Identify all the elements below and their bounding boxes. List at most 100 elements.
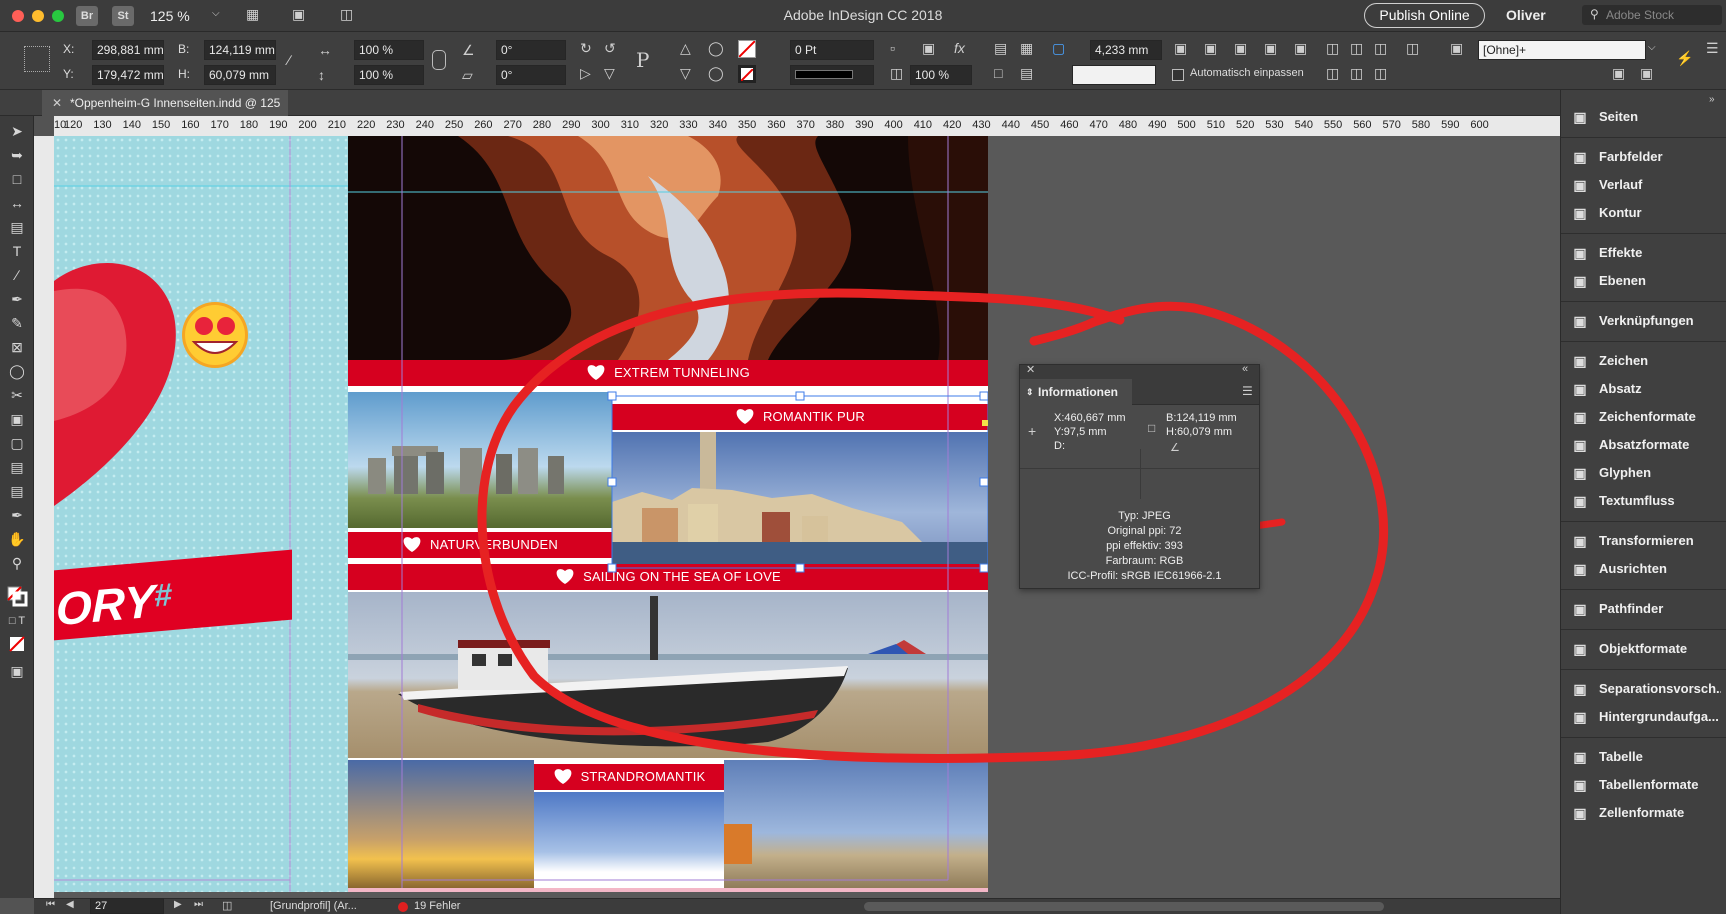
selection-tool-icon[interactable]: ➤ (6, 122, 28, 140)
select-previous-icon[interactable]: ◯ (708, 65, 724, 82)
flip-horizontal-icon[interactable]: ▷ (580, 65, 591, 82)
rectangle-frame-tool-icon[interactable]: ⊠ (6, 338, 28, 356)
direct-selection-tool-icon[interactable]: ➥ (6, 146, 28, 164)
effects-drop-shadow-icon[interactable]: ▫ (890, 40, 895, 56)
next-page-icon[interactable]: ▶ (174, 899, 182, 910)
document-tab[interactable]: ✕ *Oppenheim-G Innenseiten.indd @ 125 % (42, 90, 288, 136)
fill-none-swatch[interactable] (738, 40, 756, 58)
last-page-icon[interactable]: ⏭ (194, 899, 203, 910)
vertical-ruler[interactable] (34, 136, 54, 898)
panel-item-effects[interactable]: ▣ Effekte (1571, 242, 1721, 264)
flip-vertical-icon[interactable]: ▽ (604, 65, 615, 82)
panel-item-paragraph[interactable]: ▣ Absatz (1571, 378, 1721, 400)
width-field[interactable]: 124,119 mm (204, 40, 276, 60)
stroke-weight-field[interactable]: 0 Pt (790, 40, 874, 60)
pencil-tool-icon[interactable]: ✎ (6, 314, 28, 332)
open-page-icon[interactable]: ◫ (222, 899, 232, 912)
panel-item-pathfinder[interactable]: ▣ Pathfinder (1571, 598, 1721, 620)
clouds-photo[interactable] (534, 792, 724, 892)
document-canvas[interactable]: ORY # EXTREM TUNNELING NATURVERBUNDEN RO… (54, 136, 1560, 898)
previous-page-icon[interactable]: ◀ (66, 899, 74, 910)
beach-photo[interactable] (724, 760, 988, 892)
canyon-photo[interactable] (348, 136, 988, 360)
free-transform-tool-icon[interactable]: ▣ (6, 410, 28, 428)
page-number-field[interactable]: 27 (90, 898, 164, 914)
close-tab-icon[interactable]: ✕ (52, 90, 62, 116)
panel-item-text-wrap[interactable]: ▣ Textumfluss (1571, 490, 1721, 512)
right-page[interactable]: EXTREM TUNNELING NATURVERBUNDEN ROMANTIK… (348, 136, 988, 892)
fit-content-icon[interactable]: ▣ (1234, 40, 1247, 57)
panel-item-object-styles[interactable]: ▣ Objektformate (1571, 638, 1721, 660)
fill-frame-icon[interactable]: ▣ (1264, 40, 1277, 57)
collapse-panel-icon[interactable]: « (1242, 363, 1248, 375)
ellipse-tool-icon[interactable]: ◯ (6, 362, 28, 380)
type-tool-icon[interactable]: T (6, 242, 28, 260)
fit-content-proportionally-icon[interactable]: ▣ (1174, 40, 1187, 57)
pen-tool-icon[interactable]: ✒ (6, 290, 28, 308)
fitting-preview-field[interactable] (1072, 65, 1156, 85)
select-next-icon[interactable]: ◯ (708, 40, 724, 57)
horizontal-scrollbar[interactable] (864, 902, 1384, 911)
hand-tool-icon[interactable]: ✋ (6, 530, 28, 548)
redefine-style-icon[interactable]: ▣ (1640, 65, 1653, 82)
fill-stroke-swatch[interactable] (6, 584, 28, 608)
scale-y-field[interactable]: 100 % (354, 65, 424, 85)
panel-item-swatches[interactable]: ▣ Farbfelder (1571, 146, 1721, 168)
panel-item-separations[interactable]: ▣ Separationsvorsch... (1571, 678, 1721, 700)
gap-tool-icon[interactable]: ↔ (6, 194, 28, 212)
panel-item-stroke[interactable]: ▣ Kontur (1571, 202, 1721, 224)
clear-overrides-icon[interactable]: ▣ (1612, 65, 1625, 82)
panel-item-gradient[interactable]: ▣ Verlauf (1571, 174, 1721, 196)
fx-icon[interactable]: fx (954, 40, 965, 56)
text-wrap-bbox-icon[interactable]: ▦ (1020, 40, 1033, 57)
text-wrap-shape-icon[interactable]: □ (994, 65, 1002, 81)
screen-mode-tool-icon[interactable]: ▣ (6, 662, 28, 680)
select-content-icon[interactable]: ▽ (680, 65, 691, 82)
x-field[interactable]: 298,881 mm (92, 40, 164, 60)
object-style-select[interactable]: [Ohne]+ (1478, 40, 1646, 60)
emoji-sticker[interactable] (180, 298, 250, 372)
center-content-icon[interactable]: ▣ (1294, 40, 1307, 57)
align-right-icon[interactable]: ◫ (1374, 40, 1387, 57)
first-page-icon[interactable]: ⏮ (46, 899, 55, 910)
scale-x-field[interactable]: 100 % (354, 40, 424, 60)
shear-field[interactable]: 0° (496, 65, 566, 85)
horizontal-ruler[interactable]: 10 120 130 140 150 160 170 180 190 200 210 220 230 24… (54, 116, 1560, 136)
align-left-icon[interactable]: ◫ (1326, 40, 1339, 57)
panel-item-character-styles[interactable]: ▣ Zeichenformate (1571, 406, 1721, 428)
frame-fitting-icon[interactable]: ▢ (1052, 40, 1065, 57)
align-bottom-icon[interactable]: ◫ (1374, 65, 1387, 82)
line-tool-icon[interactable]: ∕ (6, 266, 28, 284)
text-wrap-none-icon[interactable]: ▤ (994, 40, 1007, 57)
align-center-icon[interactable]: ◫ (1350, 40, 1363, 57)
panel-item-paragraph-styles[interactable]: ▣ Absatzformate (1571, 434, 1721, 456)
rotate-cw-icon[interactable]: ↻ (580, 40, 592, 57)
panel-item-table-styles[interactable]: ▣ Tabellenformate (1571, 774, 1721, 796)
heart-graphic[interactable] (54, 136, 348, 892)
y-field[interactable]: 179,472 mm (92, 65, 164, 85)
reference-point-icon[interactable] (24, 46, 50, 72)
scissors-tool-icon[interactable]: ✂ (6, 386, 28, 404)
panel-item-character[interactable]: ▣ Zeichen (1571, 350, 1721, 372)
rovinj-photo[interactable] (612, 432, 988, 566)
eyedropper-tool-icon[interactable]: ✒ (6, 506, 28, 524)
chevron-down-icon[interactable]: ⌵ (1648, 42, 1656, 53)
panel-item-pages[interactable]: ▣ Seiten (1571, 106, 1721, 128)
gradient-feather-tool-icon[interactable]: ▤ (6, 458, 28, 476)
link-scale-icon[interactable] (432, 50, 446, 70)
sunset-photo[interactable] (348, 760, 534, 892)
align-middle-icon[interactable]: ◫ (1350, 65, 1363, 82)
fit-frame-icon[interactable]: ▣ (1204, 40, 1217, 57)
close-panel-icon[interactable]: ✕ (1026, 363, 1035, 376)
column-gap-field[interactable]: 4,233 mm (1090, 40, 1162, 60)
preflight-profile[interactable]: [Grundprofil] (Ar... (270, 900, 357, 912)
stroke-type-select[interactable] (790, 65, 874, 85)
error-count[interactable]: 19 Fehler (414, 900, 460, 912)
panel-item-layers[interactable]: ▣ Ebenen (1571, 270, 1721, 292)
stroke-none-swatch[interactable] (738, 65, 756, 83)
panel-item-glyphs[interactable]: ▣ Glyphen (1571, 462, 1721, 484)
opacity-field[interactable]: 100 % (910, 65, 972, 85)
panel-item-background-tasks[interactable]: ▣ Hintergrundaufga... (1571, 706, 1721, 728)
page-tool-icon[interactable]: □ (6, 170, 28, 188)
height-field[interactable]: 60,079 mm (204, 65, 276, 85)
